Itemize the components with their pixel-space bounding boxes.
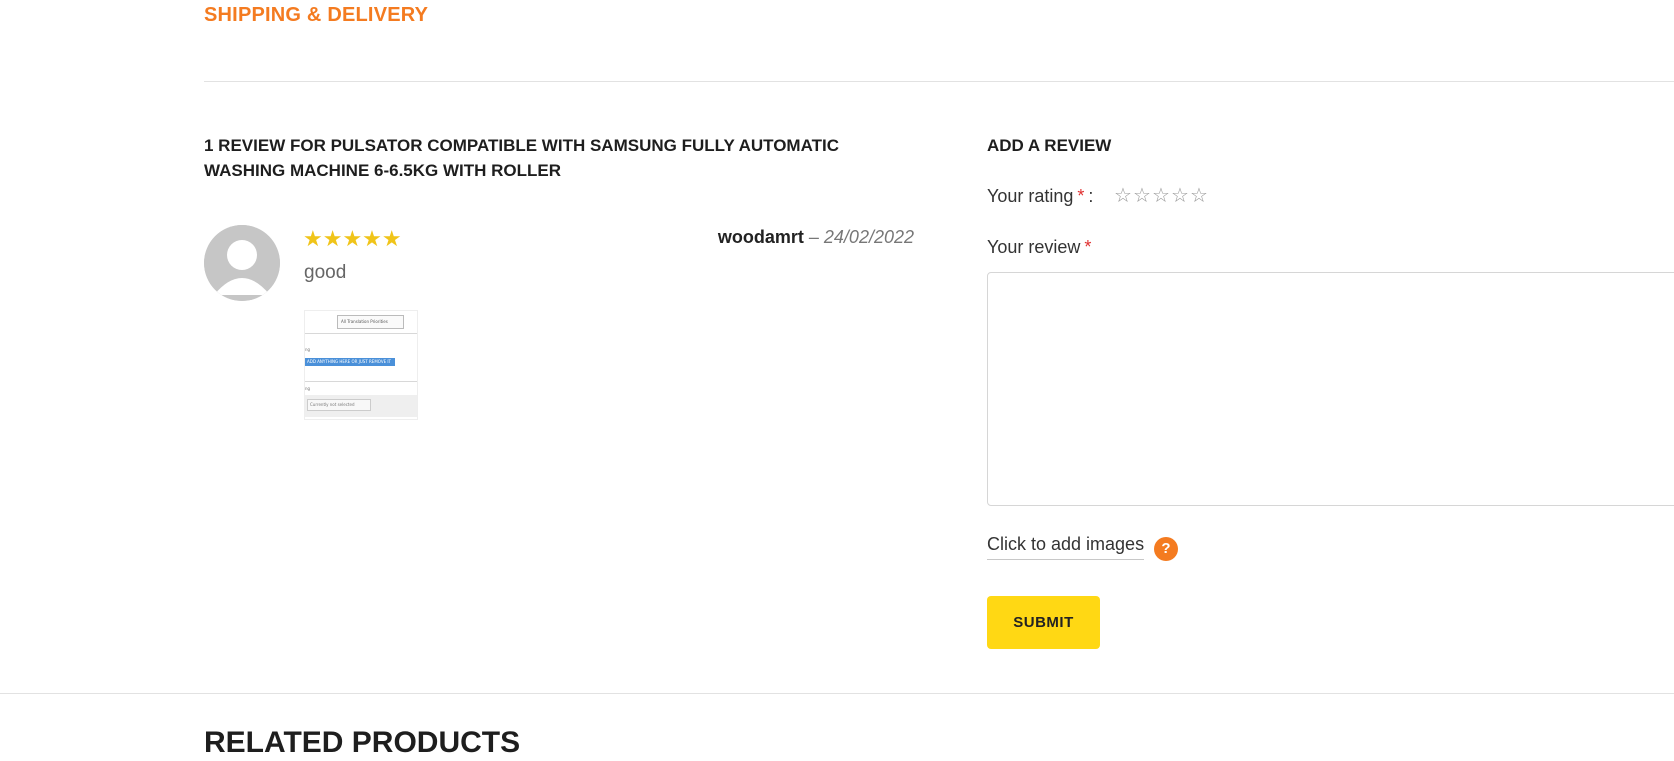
star-icon[interactable]: ☆ — [1151, 184, 1170, 208]
tab-shipping-delivery[interactable]: SHIPPING & DELIVERY — [204, 4, 428, 27]
star-icon[interactable]: ☆ — [1132, 184, 1151, 208]
thumb-divider — [305, 381, 417, 382]
star-icon[interactable]: ☆ — [1170, 184, 1189, 208]
thumb-label: ng — [305, 386, 311, 391]
add-review-title: ADD A REVIEW — [987, 136, 1112, 155]
submit-button[interactable]: SUBMIT — [987, 596, 1100, 649]
thumb-label: ng — [305, 347, 311, 352]
review-separator: – — [808, 227, 819, 247]
review-text: good — [304, 262, 347, 283]
divider-bottom — [0, 693, 1674, 694]
review-date: 24/02/2022 — [823, 227, 914, 247]
divider-top — [204, 81, 1674, 82]
star-icon[interactable]: ☆ — [1189, 184, 1208, 208]
thumb-highlight: ADD ANYTHING HERE OR JUST REMOVE IT — [305, 358, 395, 366]
related-products-title: RELATED PRODUCTS — [204, 726, 521, 759]
add-images-link[interactable]: Click to add images — [987, 534, 1145, 560]
review-field-label: Your review * — [987, 237, 1091, 258]
review-image-thumbnail[interactable]: All Translation Priorities ng ADD ANYTHI… — [304, 310, 418, 420]
rating-stars: ☆ ☆ ☆ ☆ ☆ — [1113, 184, 1208, 208]
required-mark: * — [1084, 237, 1092, 257]
question-icon[interactable]: ? — [1154, 537, 1178, 561]
star-icon[interactable]: ☆ — [1113, 184, 1132, 208]
review-meta: woodamrt – 24/02/2022 — [620, 224, 914, 250]
review-author: woodamrt — [717, 227, 804, 247]
thumb-select: All Translation Priorities — [337, 315, 404, 329]
review-textarea[interactable] — [987, 272, 1674, 506]
thumb-small-select: Currently not selected — [307, 399, 371, 411]
rating-row: Your rating * : ☆ ☆ ☆ ☆ ☆ — [987, 184, 1208, 208]
user-avatar-icon — [204, 225, 280, 301]
rating-colon: : — [1088, 185, 1094, 206]
thumb-divider — [305, 333, 417, 334]
reviews-title: 1 REVIEW FOR PULSATOR COMPATIBLE WITH SA… — [204, 136, 839, 180]
review-star-rating: ★★★★★ — [303, 226, 402, 251]
review-label-text: Your review — [987, 237, 1081, 257]
rating-label: Your rating — [987, 185, 1074, 206]
required-mark: * — [1077, 185, 1085, 206]
